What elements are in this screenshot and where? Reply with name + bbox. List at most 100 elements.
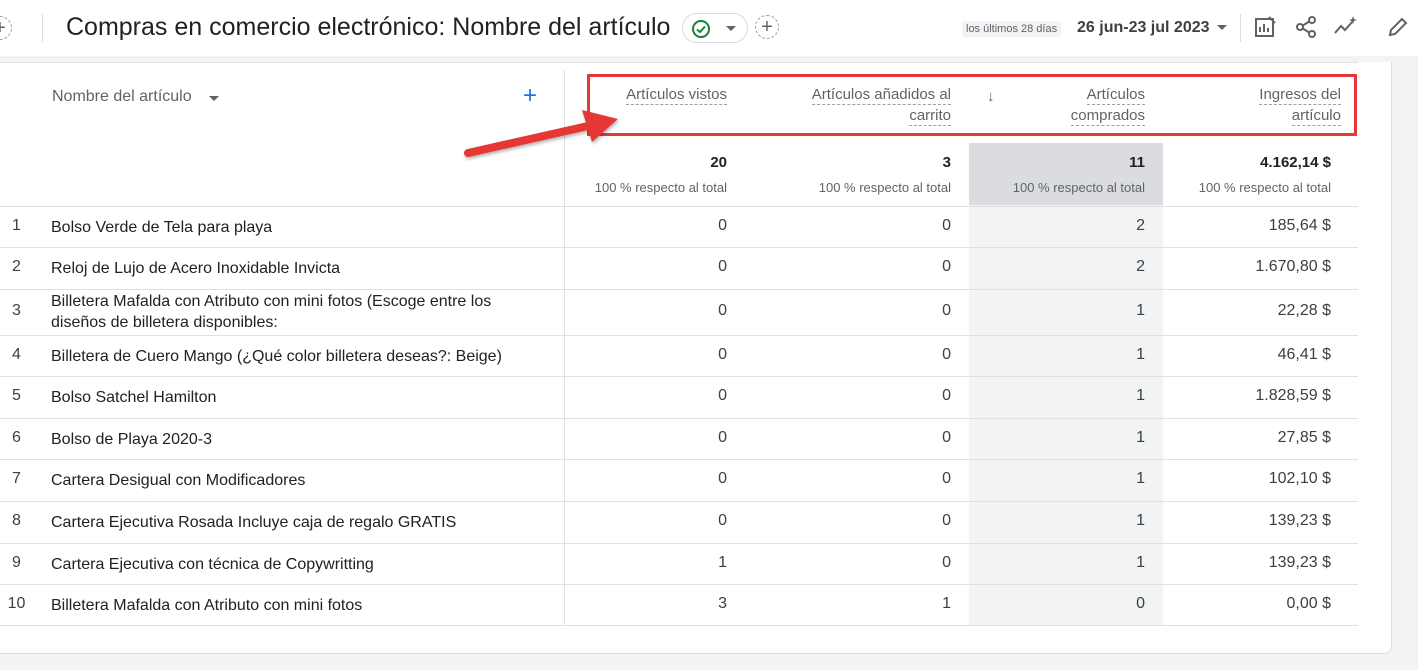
total-anadidos-percent: 100 % respecto al total — [818, 180, 951, 195]
row-index: 4 — [12, 346, 21, 363]
row-index: 6 — [12, 429, 21, 446]
report-status-dropdown[interactable] — [682, 13, 748, 43]
date-range-picker[interactable]: 26 jun-23 jul 2023 — [1077, 19, 1210, 37]
cell-anadidos: 0 — [942, 302, 951, 319]
cell-vistos: 0 — [718, 346, 727, 363]
table-row[interactable]: 9 Cartera Ejecutiva con técnica de Copyw… — [0, 544, 1358, 584]
cell-anadidos: 0 — [942, 258, 951, 275]
table-row[interactable]: 2 Reloj de Lujo de Acero Inoxidable Invi… — [0, 248, 1358, 289]
cell-comprados: 1 — [1136, 346, 1145, 363]
edit-pencil-icon[interactable] — [1385, 14, 1411, 40]
table-row[interactable]: 6 Bolso de Playa 2020-3 0 0 1 27,85 $ — [0, 419, 1358, 459]
row-index: 9 — [12, 554, 21, 571]
table-row[interactable]: 1 Bolso Verde de Tela para playa 0 0 2 1… — [0, 207, 1358, 247]
annotation-arrow-icon — [464, 110, 618, 157]
cell-comprados: 1 — [1136, 554, 1145, 571]
date-range-label: los últimos 28 días — [962, 21, 1062, 37]
table-top-border — [0, 62, 1358, 63]
cell-vistos: 1 — [718, 554, 727, 571]
check-circle-icon — [692, 20, 710, 38]
cell-anadidos: 0 — [942, 512, 951, 529]
customize-report-icon[interactable] — [1252, 14, 1278, 40]
row-index: 10 — [7, 595, 26, 612]
cell-ingresos: 22,28 $ — [1277, 302, 1331, 319]
item-name: Bolso de Playa 2020-3 — [51, 431, 212, 448]
item-name: Bolso Satchel Hamilton — [51, 389, 217, 406]
cell-ingresos: 102,10 $ — [1268, 470, 1331, 487]
sorted-column-totals-background — [969, 143, 1163, 205]
annotation-highlight-box — [587, 74, 1357, 136]
date-range-caret-icon[interactable] — [1217, 25, 1227, 30]
cell-anadidos: 1 — [942, 595, 951, 612]
cell-anadidos: 0 — [942, 470, 951, 487]
cell-comprados: 1 — [1136, 470, 1145, 487]
cell-vistos: 0 — [718, 387, 727, 404]
item-name: Billetera de Cuero Mango (¿Qué color bil… — [51, 348, 502, 365]
add-comparison-left-icon[interactable]: + — [0, 16, 12, 40]
cell-comprados: 1 — [1136, 512, 1145, 529]
report-header-bar: + Compras en comercio electrónico: Nombr… — [0, 0, 1418, 56]
total-comprados-percent: 100 % respecto al total — [1012, 180, 1145, 195]
cell-ingresos: 0,00 $ — [1286, 595, 1331, 612]
row-index: 3 — [12, 302, 21, 319]
item-name: Reloj de Lujo de Acero Inoxidable Invict… — [51, 260, 341, 277]
cell-anadidos: 0 — [942, 387, 951, 404]
row-index: 5 — [12, 387, 21, 404]
total-anadidos: 3 — [942, 154, 951, 171]
total-vistos-percent: 100 % respecto al total — [594, 180, 727, 195]
total-comprados: 11 — [1129, 154, 1145, 171]
cell-vistos: 0 — [718, 258, 727, 275]
cell-ingresos: 139,23 $ — [1268, 554, 1331, 571]
item-name: Billetera Mafalda con Atributo con mini … — [51, 293, 492, 331]
report-table-card: Nombre del artículo + Artículos vistos A… — [0, 62, 1392, 654]
cell-vistos: 0 — [718, 470, 727, 487]
page-title: Compras en comercio electrónico: Nombre … — [66, 13, 671, 41]
table-row[interactable]: 10 Billetera Mafalda con Atributo con mi… — [0, 585, 1358, 625]
table-row[interactable]: 4 Billetera de Cuero Mango (¿Qué color b… — [0, 336, 1358, 376]
cell-vistos: 3 — [718, 595, 727, 612]
cell-comprados: 0 — [1136, 595, 1145, 612]
item-name: Cartera Ejecutiva con técnica de Copywri… — [51, 556, 374, 573]
dimension-header[interactable]: Nombre del artículo — [52, 88, 192, 106]
table-row[interactable]: 8 Cartera Ejecutiva Rosada Incluye caja … — [0, 502, 1358, 543]
cell-anadidos: 0 — [942, 429, 951, 446]
cell-anadidos: 0 — [942, 554, 951, 571]
cell-ingresos: 185,64 $ — [1268, 217, 1331, 234]
dimension-dropdown-icon[interactable] — [209, 96, 219, 101]
row-index: 1 — [12, 217, 21, 234]
share-icon[interactable] — [1293, 14, 1319, 40]
total-ingresos: 4.162,14 $ — [1260, 154, 1331, 171]
cell-comprados: 1 — [1136, 387, 1145, 404]
cell-vistos: 0 — [718, 512, 727, 529]
table-row[interactable]: 3 Billetera Mafalda con Atributo con min… — [0, 290, 1358, 335]
cell-ingresos: 27,85 $ — [1277, 429, 1331, 446]
toolbar-divider — [1240, 14, 1241, 42]
row-index: 8 — [12, 512, 21, 529]
cell-vistos: 0 — [718, 429, 727, 446]
item-name: Cartera Desigual con Modificadores — [51, 472, 306, 489]
cell-comprados: 2 — [1136, 258, 1145, 275]
cell-ingresos: 1.670,80 $ — [1255, 258, 1331, 275]
cell-ingresos: 1.828,59 $ — [1255, 387, 1331, 404]
item-name: Cartera Ejecutiva Rosada Incluye caja de… — [51, 514, 457, 531]
item-name: Bolso Verde de Tela para playa — [51, 219, 273, 236]
item-name: Billetera Mafalda con Atributo con mini … — [51, 597, 363, 614]
chevron-down-icon — [726, 26, 736, 31]
cell-anadidos: 0 — [942, 346, 951, 363]
row-index: 7 — [12, 470, 21, 487]
header-divider — [42, 14, 43, 42]
insights-icon[interactable] — [1333, 14, 1359, 40]
cell-vistos: 0 — [718, 302, 727, 319]
add-comparison-icon[interactable]: + — [755, 15, 779, 39]
row-divider — [0, 625, 1358, 626]
table-row[interactable]: 7 Cartera Desigual con Modificadores 0 0… — [0, 460, 1358, 501]
cell-vistos: 0 — [718, 217, 727, 234]
cell-comprados: 1 — [1136, 302, 1145, 319]
table-row[interactable]: 5 Bolso Satchel Hamilton 0 0 1 1.828,59 … — [0, 377, 1358, 418]
cell-comprados: 2 — [1136, 217, 1145, 234]
cell-ingresos: 139,23 $ — [1268, 512, 1331, 529]
cell-anadidos: 0 — [942, 217, 951, 234]
total-ingresos-percent: 100 % respecto al total — [1198, 180, 1331, 195]
row-index: 2 — [12, 258, 21, 275]
cell-ingresos: 46,41 $ — [1277, 346, 1331, 363]
